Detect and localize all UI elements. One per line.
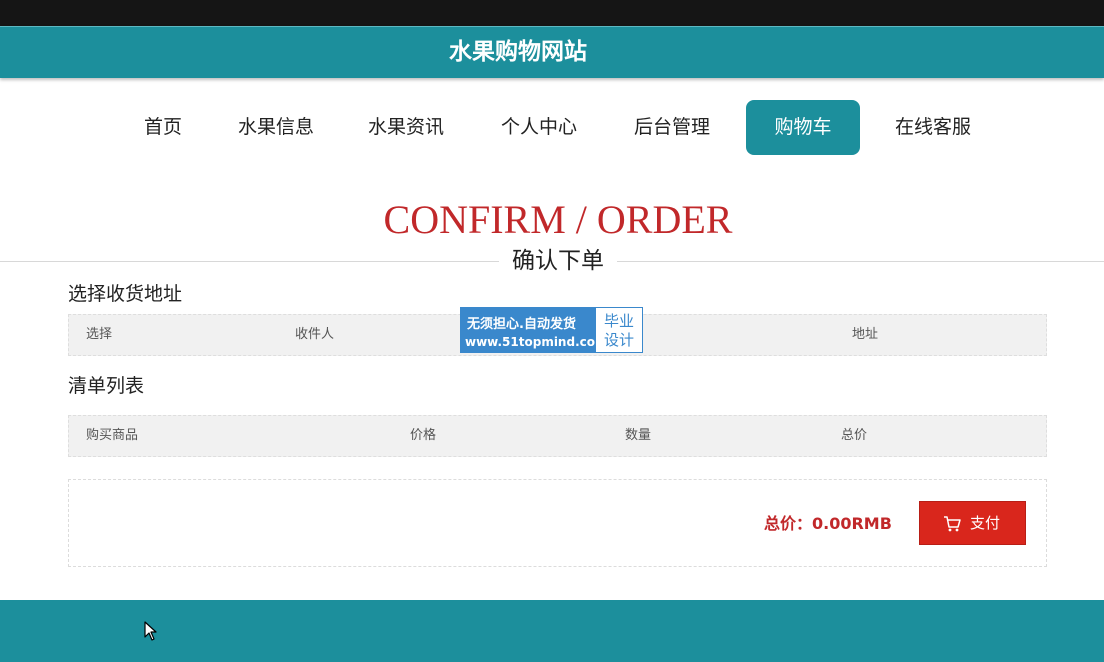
pay-button-label: 支付: [970, 514, 1001, 532]
main-nav: 首页 水果信息 水果资讯 个人中心 后台管理 购物车 在线客服: [0, 100, 1104, 155]
watermark-side: 毕业 设计: [596, 308, 642, 352]
nav-item-fruit-news[interactable]: 水果资讯: [359, 100, 453, 155]
nav-item-cart[interactable]: 购物车: [746, 100, 860, 155]
hero-title-en: CONFIRM / ORDER: [383, 197, 733, 242]
pay-button[interactable]: 支付: [919, 501, 1026, 545]
watermark-side-line2: 设计: [603, 331, 634, 349]
top-bar: [0, 0, 1104, 26]
watermark-slogan: 无须担心.自动发货: [467, 317, 576, 332]
watermark-badge: 无须担心.自动发货 www.51topmind.com 毕业 设计: [460, 307, 643, 353]
address-col-address: 地址: [852, 327, 879, 342]
list-col-quantity: 数量: [625, 428, 652, 443]
address-section-title: 选择收货地址: [68, 283, 183, 305]
list-col-price: 价格: [410, 428, 437, 443]
order-total: 总价：0.00RMB: [764, 514, 892, 533]
list-section-title: 清单列表: [68, 375, 145, 397]
hero-title-cn: 确认下单: [499, 244, 617, 278]
nav-item-fruit-info[interactable]: 水果信息: [229, 100, 323, 155]
site-title: 水果购物网站: [449, 39, 587, 65]
nav-item-home[interactable]: 首页: [131, 100, 195, 155]
watermark-url: www.51topmind.com: [465, 335, 608, 349]
nav-item-personal-center[interactable]: 个人中心: [492, 100, 586, 155]
list-col-product: 购买商品: [86, 428, 139, 443]
address-col-select: 选择: [86, 327, 113, 342]
nav-item-online-service[interactable]: 在线客服: [886, 100, 980, 155]
site-footer: [0, 600, 1104, 662]
order-summary-box: [68, 479, 1047, 567]
nav-item-admin[interactable]: 后台管理: [625, 100, 719, 155]
watermark-main: 无须担心.自动发货 www.51topmind.com: [461, 308, 608, 352]
list-col-total: 总价: [841, 428, 868, 443]
watermark-side-line1: 毕业: [603, 312, 634, 330]
list-table-header: 购买商品 价格 数量 总价: [68, 415, 1047, 457]
address-col-recipient: 收件人: [295, 327, 335, 342]
cart-icon: [944, 516, 961, 532]
mouse-pointer-icon: [144, 621, 157, 641]
site-header: 水果购物网站: [0, 26, 1104, 78]
